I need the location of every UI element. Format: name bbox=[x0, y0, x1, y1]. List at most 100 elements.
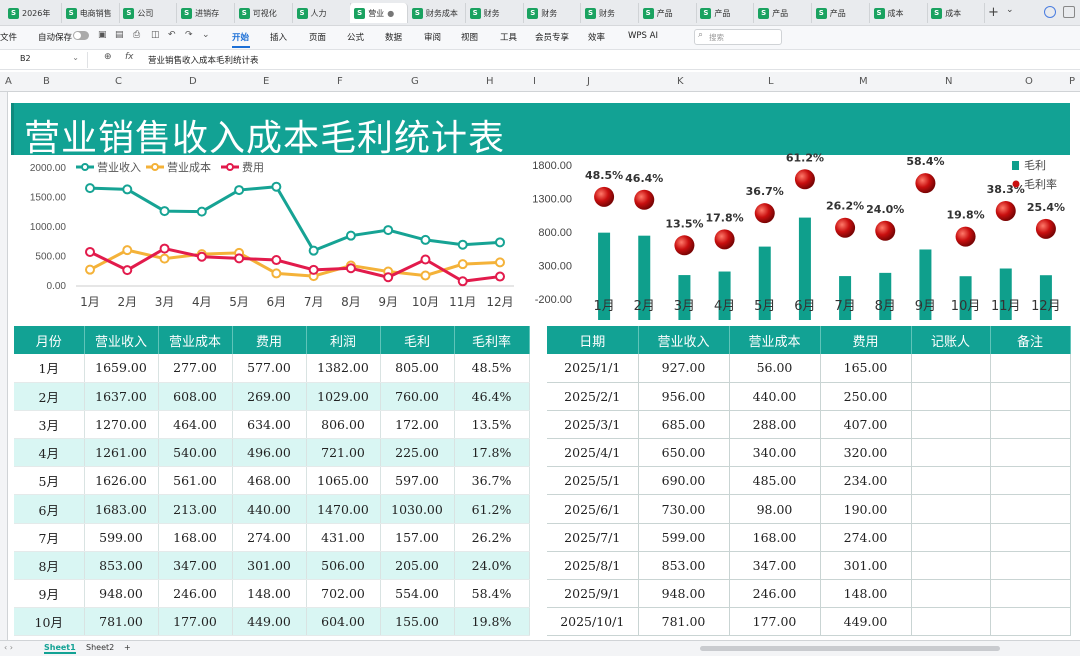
series-line[interactable] bbox=[89, 248, 501, 278]
close-icon[interactable]: ● bbox=[387, 9, 394, 18]
table-cell[interactable] bbox=[911, 551, 991, 581]
workbook-tab[interactable]: S 财务成本 bbox=[408, 3, 466, 23]
table-cell[interactable]: 2025/10/1 bbox=[547, 607, 639, 637]
table-cell[interactable]: 277.00 bbox=[158, 354, 233, 383]
table-cell[interactable]: 948.00 bbox=[638, 579, 730, 609]
table-cell[interactable]: 577.00 bbox=[232, 354, 307, 383]
table-cell[interactable]: 157.00 bbox=[380, 523, 455, 552]
column-header[interactable]: A bbox=[5, 76, 12, 87]
workbook-tab[interactable]: S 产品 bbox=[696, 3, 755, 23]
table-cell[interactable] bbox=[990, 607, 1071, 637]
table-cell[interactable]: 7月 bbox=[14, 523, 85, 552]
table-cell[interactable]: 1030.00 bbox=[380, 494, 455, 524]
table-cell[interactable] bbox=[911, 579, 991, 609]
column-header[interactable]: N bbox=[945, 76, 952, 87]
table-header[interactable]: 费用 bbox=[820, 326, 912, 354]
table-cell[interactable]: 956.00 bbox=[638, 382, 730, 411]
column-header[interactable]: C bbox=[115, 76, 122, 87]
table-cell[interactable]: 340.00 bbox=[729, 438, 821, 468]
table-cell[interactable]: 496.00 bbox=[232, 438, 307, 468]
rate-marker[interactable] bbox=[955, 226, 976, 247]
rate-marker[interactable] bbox=[634, 189, 655, 210]
data-point[interactable] bbox=[345, 263, 356, 274]
function-icon[interactable]: fx bbox=[125, 52, 134, 62]
table-cell[interactable] bbox=[990, 382, 1071, 411]
table-cell[interactable]: 440.00 bbox=[729, 382, 821, 411]
table-cell[interactable]: 604.00 bbox=[306, 607, 381, 637]
table-cell[interactable]: 2025/2/1 bbox=[547, 382, 639, 411]
workbook-tab[interactable]: S 财务 bbox=[581, 3, 639, 23]
table-cell[interactable] bbox=[990, 523, 1071, 552]
sheet-tab[interactable]: Sheet1 bbox=[44, 643, 76, 654]
table-cell[interactable]: 165.00 bbox=[820, 354, 912, 383]
column-header[interactable]: E bbox=[263, 76, 269, 87]
table-cell[interactable]: 2025/6/1 bbox=[547, 494, 639, 524]
table-cell[interactable]: 599.00 bbox=[638, 523, 730, 552]
data-point[interactable] bbox=[85, 246, 95, 257]
table-cell[interactable]: 155.00 bbox=[380, 607, 455, 637]
workbook-tab[interactable]: S 成本 bbox=[927, 3, 986, 23]
data-point[interactable] bbox=[234, 185, 245, 196]
table-cell[interactable]: 407.00 bbox=[820, 410, 912, 440]
table-cell[interactable]: 172.00 bbox=[380, 410, 455, 440]
column-header[interactable]: D bbox=[189, 76, 197, 87]
column-header[interactable]: I bbox=[533, 76, 536, 87]
series-line[interactable] bbox=[89, 185, 501, 253]
table-cell[interactable]: 9月 bbox=[14, 579, 85, 609]
formula-content[interactable]: 营业销售收入成本毛利统计表 bbox=[148, 54, 259, 66]
data-point[interactable] bbox=[159, 206, 170, 217]
table-cell[interactable]: 17.8% bbox=[454, 438, 530, 468]
ribbon-tab[interactable]: 会员专享 bbox=[535, 31, 569, 43]
data-point[interactable] bbox=[271, 268, 282, 279]
line-chart[interactable]: 2000.00 1500.00 1000.00 500.00 0.00 1月 2月 3月 4月 5… bbox=[14, 156, 524, 316]
table-cell[interactable]: 347.00 bbox=[729, 551, 821, 581]
rate-marker[interactable] bbox=[794, 169, 815, 190]
table-cell[interactable]: 781.00 bbox=[84, 607, 159, 637]
bar-rate-chart[interactable]: 1800.00 1300.00 800.00 300.00 -200.00 1月 48.5%… bbox=[528, 152, 1073, 320]
data-point[interactable] bbox=[495, 237, 505, 248]
table-cell[interactable]: 2025/1/1 bbox=[547, 354, 639, 383]
table-cell[interactable]: 177.00 bbox=[158, 607, 233, 637]
table-header[interactable]: 日期 bbox=[547, 326, 639, 354]
table-cell[interactable]: 301.00 bbox=[820, 551, 912, 581]
table-cell[interactable]: 650.00 bbox=[638, 438, 730, 468]
table-cell[interactable]: 1382.00 bbox=[306, 354, 381, 383]
table-cell[interactable]: 2025/4/1 bbox=[547, 438, 639, 468]
table-cell[interactable]: 554.00 bbox=[380, 579, 455, 609]
table-cell[interactable]: 56.00 bbox=[729, 354, 821, 383]
table-cell[interactable]: 246.00 bbox=[158, 579, 233, 609]
table-cell[interactable]: 8月 bbox=[14, 551, 85, 581]
table-cell[interactable]: 1029.00 bbox=[306, 382, 381, 411]
data-point[interactable] bbox=[457, 239, 468, 250]
workbook-tab[interactable]: S 财务 bbox=[523, 3, 582, 23]
ribbon-tab[interactable]: 开始 bbox=[232, 31, 249, 43]
table-cell[interactable]: 1659.00 bbox=[84, 354, 159, 383]
table-cell[interactable] bbox=[911, 466, 991, 496]
workbook-tab[interactable]: S 营业 ● bbox=[350, 3, 409, 23]
file-menu[interactable]: 文件 bbox=[0, 31, 17, 43]
column-header[interactable]: M bbox=[859, 76, 868, 87]
rate-marker[interactable] bbox=[674, 235, 695, 256]
workbook-tab[interactable]: S 公司 bbox=[119, 3, 178, 23]
ribbon-tab[interactable]: 工具 bbox=[500, 31, 517, 43]
workbook-tab[interactable]: S 人力 bbox=[293, 3, 351, 23]
table-cell[interactable]: 288.00 bbox=[729, 410, 821, 440]
rate-marker[interactable] bbox=[835, 217, 856, 238]
table-cell[interactable] bbox=[990, 551, 1071, 581]
table-cell[interactable]: 853.00 bbox=[84, 551, 159, 581]
data-point[interactable] bbox=[420, 270, 431, 281]
table-cell[interactable]: 250.00 bbox=[820, 382, 912, 411]
ribbon-tab[interactable]: 数据 bbox=[385, 31, 402, 43]
data-point[interactable] bbox=[234, 253, 245, 264]
prev-sheet-icon[interactable]: ‹ › bbox=[4, 643, 13, 652]
table-cell[interactable]: 274.00 bbox=[820, 523, 912, 552]
table-cell[interactable] bbox=[911, 354, 991, 383]
table-cell[interactable]: 19.8% bbox=[454, 607, 530, 637]
undo-icon[interactable]: ↶ bbox=[168, 30, 176, 40]
table-cell[interactable]: 234.00 bbox=[820, 466, 912, 496]
table-cell[interactable]: 148.00 bbox=[232, 579, 307, 609]
workbook-tab[interactable]: S 产品 bbox=[812, 3, 870, 23]
window-icon[interactable] bbox=[1063, 6, 1075, 18]
table-cell[interactable]: 205.00 bbox=[380, 551, 455, 581]
table-header[interactable]: 营业收入 bbox=[84, 326, 159, 354]
